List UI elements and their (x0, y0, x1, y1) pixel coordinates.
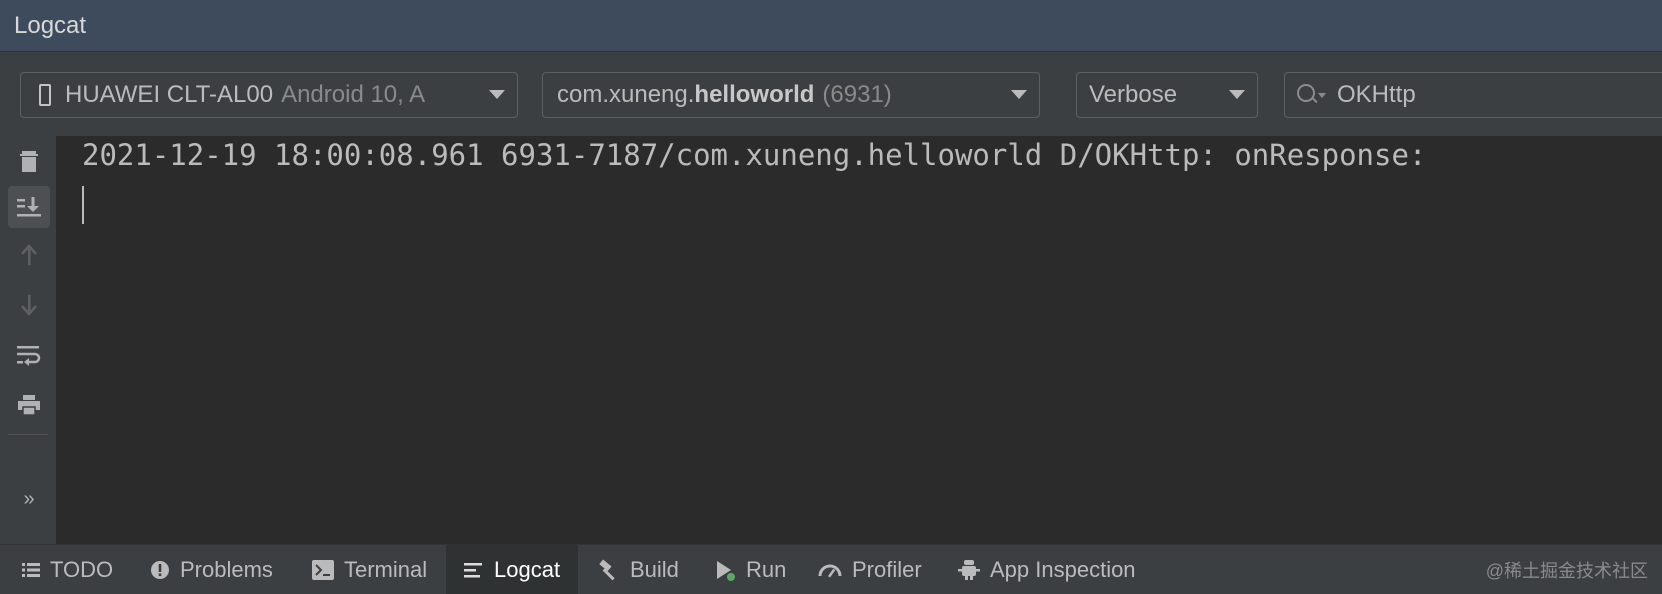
device-detail: Android 10, A (281, 81, 426, 108)
tab-run[interactable]: Run (714, 545, 786, 594)
tab-label: Logcat (494, 557, 561, 582)
hammer-icon (598, 559, 620, 581)
run-icon (714, 559, 736, 581)
process-label: com.xuneng.helloworld (6931) (543, 81, 892, 109)
tab-label: Profiler (852, 557, 922, 582)
log-output[interactable]: 2021-12-19 18:00:08.961 6931-7187/com.xu… (56, 136, 1662, 544)
phone-icon (39, 84, 51, 106)
chevron-down-icon (1011, 90, 1027, 99)
inspect-icon (958, 559, 980, 581)
text-cursor (82, 186, 84, 224)
down-arrow-icon (21, 295, 37, 316)
tab-label: App Inspection (990, 557, 1136, 582)
device-name: HUAWEI CLT-AL00 (65, 81, 274, 108)
tab-app-inspection[interactable]: App Inspection (958, 545, 1136, 594)
list-icon (22, 562, 40, 578)
chevron-down-icon (1229, 90, 1245, 99)
log-level-value: Verbose (1089, 81, 1178, 108)
soft-wrap-icon (17, 346, 41, 366)
watermark: @稀土掘金技术社区 (1485, 561, 1648, 581)
tab-profiler[interactable]: Profiler (818, 545, 922, 594)
tab-terminal[interactable]: Terminal (312, 545, 427, 594)
search-field[interactable]: OKHttp (1284, 72, 1662, 118)
delete-icon (20, 151, 38, 172)
logcat-sidebar: » (0, 136, 56, 544)
panel-title: Logcat (14, 12, 87, 39)
tab-problems[interactable]: Problems (150, 545, 273, 594)
device-selector[interactable]: HUAWEI CLT-AL00 Android 10, A (20, 72, 518, 118)
chevron-down-icon (489, 90, 505, 99)
search-input[interactable]: OKHttp (1337, 81, 1416, 109)
android-studio-window: Logcat HUAWEI CLT-AL00 Android 10, A com… (0, 0, 1662, 594)
warning-icon (150, 560, 170, 580)
title-bar: Logcat (0, 0, 1662, 52)
up-arrow-icon (21, 244, 37, 265)
process-prefix: com.xuneng. (557, 81, 695, 108)
logcat-icon (464, 562, 484, 578)
soft-wrap-button[interactable] (8, 334, 50, 376)
sidebar-divider (8, 434, 48, 435)
more-actions-button[interactable]: » (8, 478, 50, 520)
scroll-to-end-icon (17, 197, 41, 217)
print-button[interactable] (8, 384, 50, 426)
tool-window-bar: TODO Problems Terminal Logcat Build Run … (0, 544, 1662, 594)
tab-label: TODO (50, 557, 114, 582)
terminal-icon (312, 560, 334, 580)
tab-build[interactable]: Build (598, 545, 679, 594)
log-line: 2021-12-19 18:00:08.961 6931-7187/com.xu… (82, 138, 1427, 172)
scroll-to-end-button[interactable] (8, 186, 50, 228)
tab-todo[interactable]: TODO (22, 545, 113, 594)
search-icon[interactable] (1297, 83, 1327, 107)
tab-label: Terminal (344, 557, 428, 582)
clear-logcat-button[interactable] (8, 140, 50, 182)
process-selector[interactable]: com.xuneng.helloworld (6931) (542, 72, 1040, 118)
process-name: helloworld (694, 81, 815, 108)
process-pid: (6931) (822, 81, 892, 108)
logcat-toolbar: HUAWEI CLT-AL00 Android 10, A com.xuneng… (0, 52, 1662, 136)
more-icon: » (23, 487, 35, 510)
tab-label: Build (630, 557, 679, 582)
next-occurrence-button[interactable] (8, 284, 50, 326)
tab-logcat[interactable]: Logcat (446, 545, 578, 594)
log-level-selector[interactable]: Verbose (1076, 72, 1258, 118)
tab-label: Run (746, 557, 787, 582)
previous-occurrence-button[interactable] (8, 234, 50, 276)
gauge-icon (818, 560, 842, 580)
tab-label: Problems (180, 557, 273, 582)
print-icon (18, 395, 40, 416)
